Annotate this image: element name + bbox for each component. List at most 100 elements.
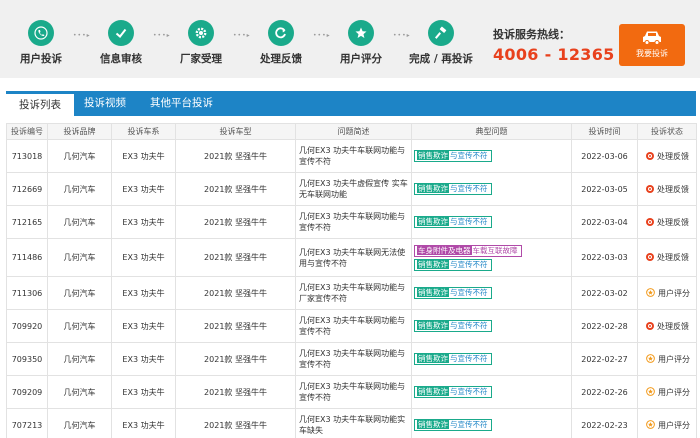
tab-other-platforms[interactable]: 其他平台投诉 bbox=[150, 91, 213, 116]
table-row[interactable]: 712165 几何汽车 EX3 功夫牛 2021款 坚强牛牛 几何EX3 功夫牛车联网功… bbox=[6, 205, 697, 239]
status-label: 处理反馈 bbox=[657, 253, 689, 262]
issue-tag[interactable]: 销售欺诈 与宣传不符 bbox=[414, 386, 492, 398]
step-label: 信息审核 bbox=[100, 53, 142, 65]
col-header: 投诉车系 bbox=[111, 123, 176, 140]
star-outline-icon bbox=[646, 419, 655, 429]
tag-detail: 与宣传不符 bbox=[450, 184, 488, 193]
issue-tag[interactable]: 销售欺诈 与宣传不符 bbox=[414, 216, 492, 228]
issue-summary-link[interactable]: 几何EX3 功夫牛车联网功能与宣传不符 bbox=[295, 342, 412, 376]
typical-issues: 销售欺诈 与宣传不符 bbox=[411, 375, 572, 409]
complaint-id: 711486 bbox=[6, 238, 48, 277]
table-row[interactable]: 711486 几何汽车 EX3 功夫牛 2021款 坚强牛牛 几何EX3 功夫牛车联网无… bbox=[6, 238, 697, 277]
complaint-id: 707213 bbox=[6, 408, 48, 438]
typical-issues: 销售欺诈 与宣传不符 bbox=[411, 309, 572, 343]
table-row[interactable]: 712669 几何汽车 EX3 功夫牛 2021款 坚强牛牛 几何EX3 功夫牛虚假宣传… bbox=[6, 172, 697, 206]
col-header: 投诉状态 bbox=[637, 123, 697, 140]
complaint-model: 2021款 坚强牛牛 bbox=[175, 172, 296, 206]
complaint-date: 2022-02-27 bbox=[571, 342, 638, 376]
complaint-model: 2021款 坚强牛牛 bbox=[175, 408, 296, 438]
complaint-date: 2022-03-04 bbox=[571, 205, 638, 239]
complaint-model: 2021款 坚强牛牛 bbox=[175, 238, 296, 277]
feedback-status-icon bbox=[646, 321, 654, 330]
issue-summary-link[interactable]: 几何EX3 功夫牛车联网无法使用与宣传不符 bbox=[295, 238, 412, 277]
status-label: 用户评分 bbox=[658, 387, 690, 397]
complaint-brand: 几何汽车 bbox=[47, 408, 112, 438]
tab-bar: 投诉列表 投诉视频 其他平台投诉 bbox=[6, 91, 696, 116]
status-label: 处理反馈 bbox=[657, 217, 689, 227]
table-row[interactable]: 709209 几何汽车 EX3 功夫牛 2021款 坚强牛牛 几何EX3 功夫牛车联网功… bbox=[6, 375, 697, 409]
table-row[interactable]: 711306 几何汽车 EX3 功夫牛 2021款 坚强牛牛 几何EX3 功夫牛车联网功… bbox=[6, 276, 697, 310]
tab-complaint-list[interactable]: 投诉列表 bbox=[6, 91, 74, 116]
step-complete-recomplain: 完成 / 再投诉 bbox=[406, 20, 476, 66]
star-icon bbox=[348, 20, 374, 46]
issue-tag[interactable]: 销售欺诈 与宣传不符 bbox=[414, 287, 492, 299]
issue-summary-link[interactable]: 几何EX3 功夫牛虚假宣传 实车无车联网功能 bbox=[295, 172, 412, 206]
complaint-id: 711306 bbox=[6, 276, 48, 310]
status-label: 用户评分 bbox=[658, 420, 690, 430]
issue-summary-link[interactable]: 几何EX3 功夫牛车联网功能与厂家宣传不符 bbox=[295, 276, 412, 310]
issue-tag[interactable]: 销售欺诈 与宣传不符 bbox=[414, 258, 492, 271]
issue-summary-link[interactable]: 几何EX3 功夫牛车联网功能与宣传不符 bbox=[295, 205, 412, 239]
issue-summary-link[interactable]: 几何EX3 功夫牛车联网功能实车缺失 bbox=[295, 408, 412, 438]
tag-category: 销售欺诈 bbox=[417, 354, 449, 363]
complaint-date: 2022-02-28 bbox=[571, 309, 638, 343]
col-header: 问题简述 bbox=[295, 123, 412, 140]
process-banner: 用户投诉 •••▸ 信息审核 •••▸ 厂家受理 •••▸ 处理反馈 •••▸ … bbox=[0, 0, 700, 78]
star-outline-icon bbox=[646, 287, 655, 297]
complain-button[interactable]: 我要投诉 bbox=[619, 24, 685, 66]
typical-issues: 销售欺诈 与宣传不符 bbox=[411, 172, 572, 206]
complaint-model: 2021款 坚强牛牛 bbox=[175, 276, 296, 310]
tag-detail: 与宣传不符 bbox=[450, 321, 488, 330]
feedback-status-icon bbox=[646, 151, 654, 160]
status-label: 处理反馈 bbox=[657, 184, 689, 194]
complaint-series: EX3 功夫牛 bbox=[111, 309, 176, 343]
complaint-id: 712669 bbox=[6, 172, 48, 206]
tag-detail: 与宣传不符 bbox=[450, 151, 488, 160]
status-label: 用户评分 bbox=[658, 354, 690, 364]
tag-detail: 与宣传不符 bbox=[450, 387, 488, 396]
complaint-date: 2022-03-06 bbox=[571, 139, 638, 173]
complaint-status: 用户评分 bbox=[637, 408, 697, 438]
tag-category: 销售欺诈 bbox=[417, 321, 449, 330]
complaint-brand: 几何汽车 bbox=[47, 342, 112, 376]
status-label: 处理反馈 bbox=[657, 151, 689, 161]
issue-tag[interactable]: 销售欺诈 与宣传不符 bbox=[414, 150, 492, 162]
issue-summary-link[interactable]: 几何EX3 功夫牛车联网功能与宣传不符 bbox=[295, 375, 412, 409]
feedback-status-icon bbox=[646, 217, 654, 226]
issue-tag[interactable]: 销售欺诈 与宣传不符 bbox=[414, 320, 492, 332]
complaint-date: 2022-03-03 bbox=[571, 238, 638, 277]
tag-category: 车身附件及电器 bbox=[417, 245, 472, 255]
status-label: 用户评分 bbox=[658, 288, 690, 298]
complaint-status: 用户评分 bbox=[637, 276, 697, 310]
tab-complaint-video[interactable]: 投诉视频 bbox=[84, 91, 126, 116]
complaint-date: 2022-02-26 bbox=[571, 375, 638, 409]
issue-tag[interactable]: 车身附件及电器 车载互联故障 bbox=[414, 244, 522, 257]
complaint-model: 2021款 坚强牛牛 bbox=[175, 375, 296, 409]
tag-category: 销售欺诈 bbox=[417, 217, 449, 226]
step-handling-feedback: 处理反馈 bbox=[246, 20, 316, 66]
complaint-series: EX3 功夫牛 bbox=[111, 408, 176, 438]
tag-detail: 与宣传不符 bbox=[450, 288, 488, 297]
table-row[interactable]: 707213 几何汽车 EX3 功夫牛 2021款 坚强牛牛 几何EX3 功夫牛车联网功… bbox=[6, 408, 697, 438]
issue-tag[interactable]: 销售欺诈 与宣传不符 bbox=[414, 353, 492, 365]
complaint-date: 2022-03-02 bbox=[571, 276, 638, 310]
complaint-status: 处理反馈 bbox=[637, 309, 697, 343]
step-label: 完成 / 再投诉 bbox=[409, 53, 473, 65]
step-user-complaint: 用户投诉 bbox=[6, 20, 76, 66]
complaint-brand: 几何汽车 bbox=[47, 238, 112, 277]
table-row[interactable]: 713018 几何汽车 EX3 功夫牛 2021款 坚强牛牛 几何EX3 功夫牛车联网功… bbox=[6, 139, 697, 173]
tag-category: 销售欺诈 bbox=[417, 151, 449, 160]
complaint-status: 处理反馈 bbox=[637, 172, 697, 206]
checkmark-icon bbox=[108, 20, 134, 46]
issue-summary-link[interactable]: 几何EX3 功夫牛车联网功能与宣传不符 bbox=[295, 309, 412, 343]
complaint-series: EX3 功夫牛 bbox=[111, 375, 176, 409]
tag-detail: 与宣传不符 bbox=[450, 217, 488, 226]
table-row[interactable]: 709920 几何汽车 EX3 功夫牛 2021款 坚强牛牛 几何EX3 功夫牛车联网功… bbox=[6, 309, 697, 343]
complaint-status: 用户评分 bbox=[637, 342, 697, 376]
table-row[interactable]: 709350 几何汽车 EX3 功夫牛 2021款 坚强牛牛 几何EX3 功夫牛车联网功… bbox=[6, 342, 697, 376]
issue-summary-link[interactable]: 几何EX3 功夫牛车联网功能与宣传不符 bbox=[295, 139, 412, 173]
issue-tag[interactable]: 销售欺诈 与宣传不符 bbox=[414, 183, 492, 195]
issue-tag[interactable]: 销售欺诈 与宣传不符 bbox=[414, 419, 492, 431]
complaint-brand: 几何汽车 bbox=[47, 375, 112, 409]
tag-category: 销售欺诈 bbox=[417, 387, 449, 396]
